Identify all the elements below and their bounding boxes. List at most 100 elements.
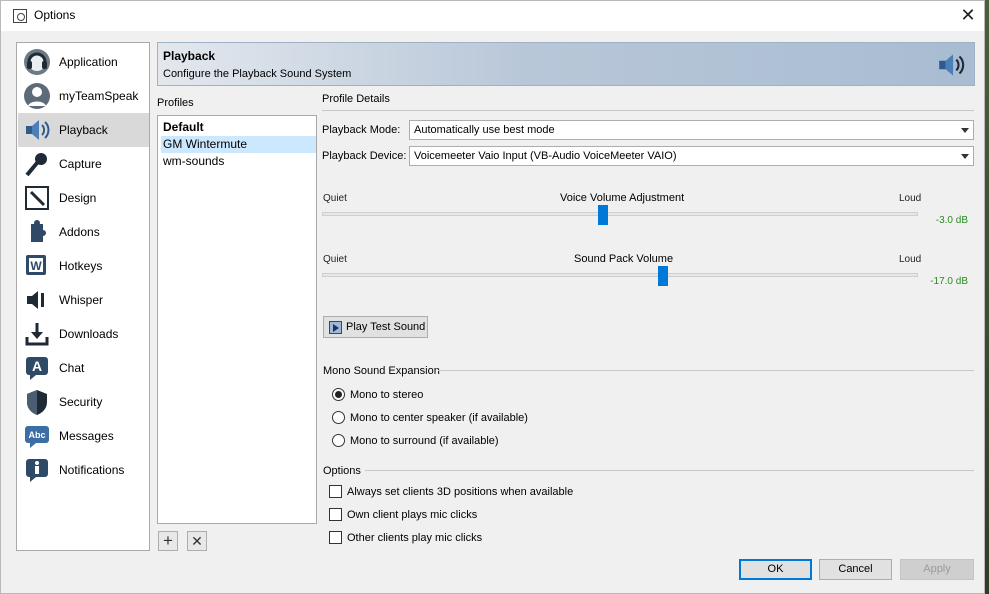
voice-volume-track[interactable] xyxy=(322,212,918,216)
page-title: Playback xyxy=(163,49,216,63)
sidebar-item-label: Capture xyxy=(59,157,102,171)
shield-icon xyxy=(27,390,47,415)
chevron-down-icon xyxy=(961,154,969,159)
profiles-list[interactable]: Default GM Wintermute wm-sounds xyxy=(157,115,317,524)
radio-label: Mono to center speaker (if available) xyxy=(350,412,528,424)
sidebar-item-whisper[interactable]: Whisper xyxy=(18,283,149,317)
profile-item-wm-sounds[interactable]: wm-sounds xyxy=(161,153,316,170)
svg-text:A: A xyxy=(32,358,42,374)
page-header: Playback Configure the Playback Sound Sy… xyxy=(157,42,975,86)
microphone-icon xyxy=(25,153,47,177)
playback-mode-label: Playback Mode: xyxy=(322,124,401,136)
sidebar-item-label: Application xyxy=(59,55,118,69)
sidebar-item-label: Chat xyxy=(59,361,85,375)
sound-pack-volume-title: Sound Pack Volume xyxy=(574,253,674,265)
sidebar-item-security[interactable]: Security xyxy=(18,385,149,419)
divider xyxy=(365,470,974,471)
sidebar-item-addons[interactable]: Addons xyxy=(18,215,149,249)
playback-device-label: Playback Device: xyxy=(322,150,407,162)
divider xyxy=(322,110,974,111)
checkbox-3d-positions[interactable] xyxy=(329,485,342,498)
voice-volume-value: -3.0 dB xyxy=(935,215,968,226)
mono-expansion-label: Mono Sound Expansion xyxy=(323,365,440,377)
sidebar-item-myteamspeak[interactable]: myTeamSpeak xyxy=(18,79,149,113)
sidebar-item-label: Hotkeys xyxy=(59,259,103,273)
play-test-sound-label: Play Test Sound xyxy=(346,321,426,333)
apply-button[interactable]: Apply xyxy=(900,559,974,580)
options-sidebar: Application myTeamSpeak Playback Capture xyxy=(16,42,150,551)
profiles-label: Profiles xyxy=(157,97,194,109)
sidebar-item-messages[interactable]: Abc Messages xyxy=(18,419,149,453)
checkbox-label: Other clients play mic clicks xyxy=(347,532,483,544)
sidebar-item-hotkeys[interactable]: W Hotkeys xyxy=(18,249,149,283)
checkbox-label: Always set clients 3D positions when ava… xyxy=(347,486,574,498)
slider-min-label: Quiet xyxy=(323,254,347,265)
sidebar-item-label: Whisper xyxy=(59,293,104,307)
cancel-button[interactable]: Cancel xyxy=(819,559,892,580)
playback-device-value: Voicemeeter Vaio Input (VB-Audio VoiceMe… xyxy=(414,150,677,162)
sidebar-item-application[interactable]: Application xyxy=(18,45,149,79)
plus-icon: + xyxy=(163,531,173,550)
checkbox-label: Own client plays mic clicks xyxy=(347,509,478,521)
sidebar-item-notifications[interactable]: Notifications xyxy=(18,453,149,487)
sidebar-item-capture[interactable]: Capture xyxy=(18,147,149,181)
svg-text:Abc: Abc xyxy=(28,430,45,440)
divider xyxy=(438,370,974,371)
profile-item-default[interactable]: Default xyxy=(161,119,316,136)
teamspeak-headset-icon xyxy=(24,49,50,75)
sidebar-item-label: Design xyxy=(59,191,97,205)
user-profile-icon xyxy=(24,83,50,109)
sidebar-item-label: Playback xyxy=(59,123,108,137)
svg-text:W: W xyxy=(30,259,42,273)
info-icon xyxy=(26,459,48,482)
window-title: Options xyxy=(34,8,76,22)
desktop-background xyxy=(985,0,989,594)
close-icon[interactable]: ✕ xyxy=(952,1,984,31)
play-icon xyxy=(329,321,342,334)
radio-mono-to-surround[interactable] xyxy=(332,434,345,447)
voice-volume-slider-thumb[interactable] xyxy=(598,205,609,225)
options-section-label: Options xyxy=(323,465,361,477)
profile-details-label: Profile Details xyxy=(322,93,390,105)
ok-button[interactable]: OK xyxy=(739,559,812,580)
sidebar-item-design[interactable]: Design xyxy=(18,181,149,215)
options-window: Options ✕ Application myTeamSpeak Playba… xyxy=(0,0,985,594)
whisper-speaker-icon xyxy=(27,291,44,309)
sound-pack-volume-track[interactable] xyxy=(322,273,918,277)
speaker-icon xyxy=(26,120,50,140)
play-test-sound-button[interactable]: Play Test Sound xyxy=(323,316,428,338)
checkbox-other-mic-clicks[interactable] xyxy=(329,531,342,544)
profile-item-gm-wintermute[interactable]: GM Wintermute xyxy=(161,136,316,153)
sidebar-item-playback[interactable]: Playback xyxy=(18,113,149,147)
sidebar-item-label: Addons xyxy=(59,225,100,239)
slider-min-label: Quiet xyxy=(323,193,347,204)
sidebar-item-chat[interactable]: A Chat xyxy=(18,351,149,385)
add-profile-button[interactable]: + xyxy=(158,531,178,551)
slider-max-label: Loud xyxy=(899,193,922,204)
remove-profile-button[interactable]: ✕ xyxy=(187,531,207,551)
title-bar: Options ✕ xyxy=(1,1,984,31)
sidebar-item-label: Downloads xyxy=(59,327,119,341)
abc-messages-icon: Abc xyxy=(25,426,49,448)
playback-mode-select[interactable]: Automatically use best mode xyxy=(409,120,974,140)
checkbox-own-mic-clicks[interactable] xyxy=(329,508,342,521)
speaker-icon xyxy=(939,54,965,76)
slider-max-label: Loud xyxy=(899,254,922,265)
radio-mono-to-center[interactable] xyxy=(332,411,345,424)
sidebar-item-label: myTeamSpeak xyxy=(59,89,139,103)
chat-a-icon: A xyxy=(26,357,48,380)
chevron-down-icon xyxy=(961,128,969,133)
keyboard-w-icon: W xyxy=(26,255,46,275)
sound-pack-volume-slider-thumb[interactable] xyxy=(657,266,668,286)
radio-label: Mono to surround (if available) xyxy=(350,435,499,447)
options-app-icon xyxy=(13,9,27,23)
sidebar-item-label: Notifications xyxy=(59,463,125,477)
radio-mono-to-stereo[interactable] xyxy=(332,388,345,401)
radio-label: Mono to stereo xyxy=(350,389,424,401)
page-subtitle: Configure the Playback Sound System xyxy=(163,68,352,80)
voice-volume-title: Voice Volume Adjustment xyxy=(560,192,685,204)
sidebar-item-label: Security xyxy=(59,395,103,409)
sidebar-item-downloads[interactable]: Downloads xyxy=(18,317,149,351)
download-icon xyxy=(25,323,49,346)
playback-device-select[interactable]: Voicemeeter Vaio Input (VB-Audio VoiceMe… xyxy=(409,146,974,166)
